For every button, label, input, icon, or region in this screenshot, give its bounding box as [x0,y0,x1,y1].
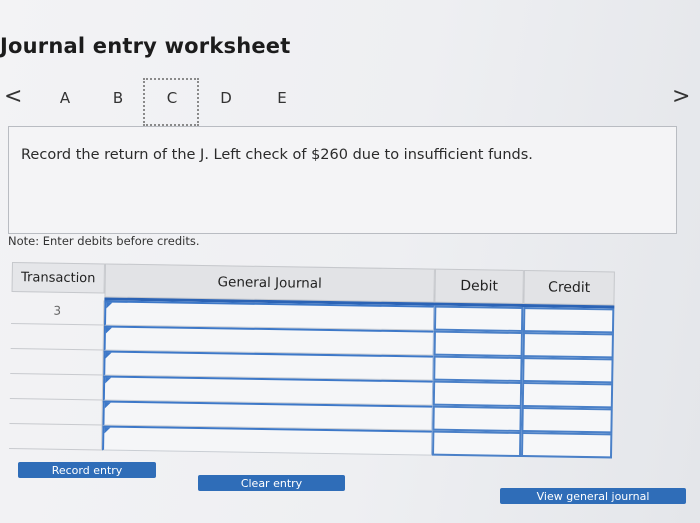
header-transaction: Transaction [11,262,105,294]
debit-input[interactable] [433,355,523,383]
note-text: Note: Enter debits before credits. [8,234,200,248]
transaction-cell [9,423,103,451]
record-entry-button[interactable]: Record entry [18,462,156,478]
credit-input[interactable] [521,407,613,434]
tab-c[interactable]: C [160,86,184,110]
page-title: Journal entry worksheet [0,34,291,58]
header-credit: Credit [523,270,615,306]
account-select[interactable] [102,425,433,456]
journal-worksheet-page: Journal entry worksheet < A B C D E > Re… [0,0,700,523]
tab-b[interactable]: B [106,86,130,110]
transaction-cell: 3 [11,298,105,326]
debit-input[interactable] [433,305,524,333]
tab-a[interactable]: A [53,86,77,110]
debit-input[interactable] [432,405,522,433]
prev-arrow-icon[interactable]: < [4,86,22,108]
journal-table: Transaction General Journal Debit Credit… [9,262,617,483]
transaction-cell [9,398,103,426]
debit-input[interactable] [433,330,523,358]
credit-input[interactable] [520,432,613,459]
transaction-cell [10,323,105,351]
credit-input[interactable] [522,307,615,334]
transaction-cell [9,373,104,401]
transaction-cell [10,348,104,376]
header-debit: Debit [434,268,524,305]
tab-d[interactable]: D [214,86,238,110]
tab-e[interactable]: E [270,86,294,110]
credit-input[interactable] [522,357,614,384]
debit-input[interactable] [432,380,523,408]
header-general-journal: General Journal [104,263,435,303]
debit-input[interactable] [432,430,522,458]
clear-entry-button[interactable]: Clear entry [198,475,345,491]
view-general-journal-button[interactable]: View general journal [500,488,686,504]
next-arrow-icon[interactable]: > [672,86,690,108]
credit-input[interactable] [521,382,614,409]
prompt-text: Record the return of the J. Left check o… [21,147,533,163]
prompt-box: Record the return of the J. Left check o… [8,126,677,234]
credit-input[interactable] [522,332,614,359]
